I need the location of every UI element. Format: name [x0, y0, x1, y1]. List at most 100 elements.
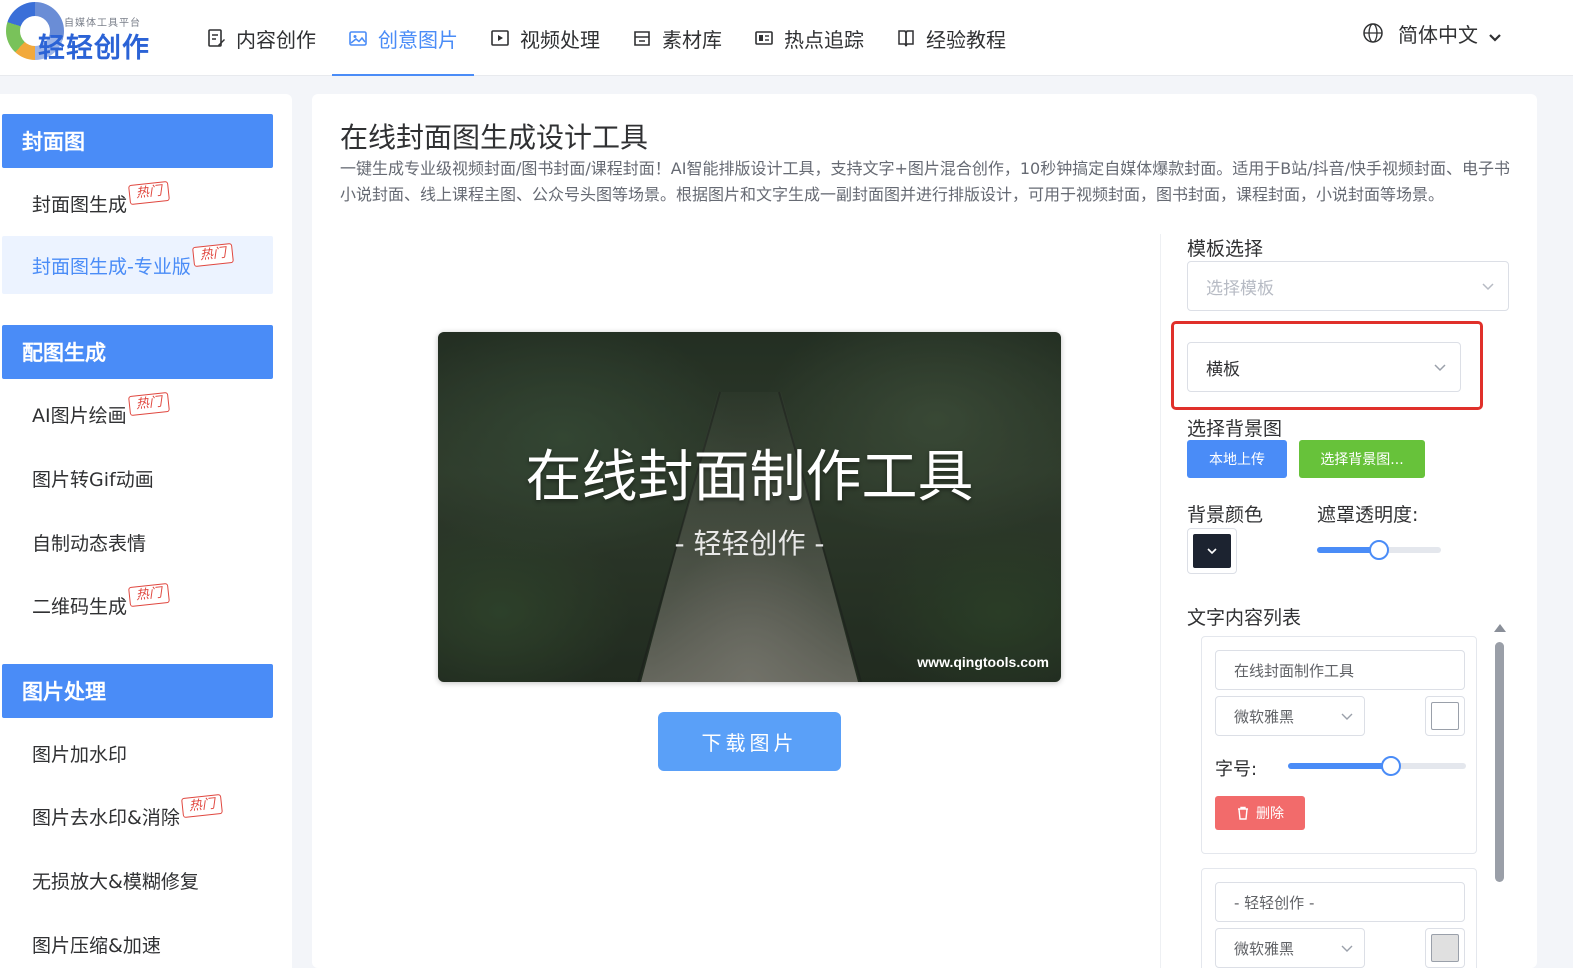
archive-icon	[632, 28, 652, 48]
list-scrollbar[interactable]	[1493, 624, 1507, 968]
sidebar: 封面图 封面图生成 热门 封面图生成-专业版 热门 配图生成 AI图片绘画 热门…	[0, 94, 292, 968]
image-icon	[348, 28, 368, 48]
slider-handle[interactable]	[1369, 540, 1389, 560]
template-select-label: 模板选择	[1187, 238, 1264, 260]
cover-subtitle-text: - 轻轻创作 -	[674, 527, 825, 560]
font-family-select[interactable]: 微软雅黑	[1215, 928, 1365, 968]
chevron-down-icon	[1434, 364, 1446, 372]
text-item-card: - 轻轻创作 - 微软雅黑	[1201, 868, 1477, 968]
cover-watermark: www.qingtools.com	[917, 654, 1049, 670]
hot-badge: 热门	[180, 793, 223, 819]
chevron-down-icon	[1341, 713, 1353, 720]
sidebar-group-cover: 封面图	[2, 114, 273, 168]
nav-item-label: 内容创作	[236, 27, 316, 52]
cover-title-text: 在线封面制作工具	[525, 445, 974, 510]
slider-handle[interactable]	[1381, 756, 1402, 776]
sidebar-item-label: 图片压缩&加速	[32, 934, 161, 957]
sidebar-item-label: 图片转Gif动画	[32, 468, 154, 491]
local-upload-button[interactable]: 本地上传	[1187, 440, 1287, 478]
nav-item-label: 创意图片	[378, 27, 458, 52]
nav-item-trending[interactable]: 热点追踪	[738, 0, 880, 76]
language-switcher[interactable]: 简体中文	[1362, 0, 1502, 66]
scroll-up-arrow-icon[interactable]	[1494, 624, 1506, 632]
sidebar-item-label: 封面图生成	[32, 193, 128, 216]
nav-item-label: 热点追踪	[784, 27, 864, 52]
bg-image-label: 选择背景图	[1187, 418, 1283, 440]
font-family-value: 微软雅黑	[1234, 939, 1295, 958]
nav-item-tutorials[interactable]: 经验教程	[880, 0, 1022, 76]
orientation-select[interactable]: 横板	[1187, 342, 1461, 392]
scrollbar-thumb[interactable]	[1495, 642, 1504, 882]
settings-panel: 模板选择 选择模板 横板 选择背景图 本地上传 选择背景图... 背景颜色 遮罩…	[1160, 234, 1512, 968]
top-nav-bar: 自媒体工具平台 轻轻创作 内容创作 创意图片 视频处理 素材库 热点追踪 经验教…	[0, 0, 1573, 76]
sidebar-item-upscale[interactable]: 无损放大&模糊修复	[2, 851, 273, 909]
chevron-down-icon	[1207, 548, 1217, 555]
sidebar-item-label: 自制动态表情	[32, 532, 147, 555]
text-color-picker[interactable]	[1425, 928, 1465, 968]
sidebar-item-qrcode[interactable]: 二维码生成 热门	[2, 576, 273, 634]
page-title: 在线封面图生成设计工具	[340, 121, 649, 154]
chevron-down-icon	[1341, 945, 1353, 952]
hot-badge: 热门	[191, 242, 234, 268]
download-image-button[interactable]: 下载图片	[658, 712, 841, 771]
main-nav: 内容创作 创意图片 视频处理 素材库 热点追踪 经验教程	[190, 0, 1022, 76]
nav-item-video-processing[interactable]: 视频处理	[474, 0, 616, 76]
nav-item-asset-library[interactable]: 素材库	[616, 0, 738, 76]
sidebar-item-label: 图片去水印&消除	[32, 806, 180, 829]
text-item-card: 在线封面制作工具 微软雅黑 字号: 删除	[1201, 636, 1477, 854]
font-family-value: 微软雅黑	[1234, 707, 1295, 726]
slider-fill	[1288, 763, 1392, 769]
text-color-swatch	[1431, 934, 1459, 962]
sidebar-item-animated-emoji[interactable]: 自制动态表情	[2, 513, 273, 571]
text-color-swatch	[1431, 702, 1459, 730]
font-size-slider[interactable]	[1288, 756, 1466, 776]
sidebar-group-illustration: 配图生成	[2, 325, 273, 379]
sidebar-item-label: AI图片绘画	[32, 404, 127, 427]
cover-preview: 在线封面制作工具 - 轻轻创作 - www.qingtools.com	[438, 332, 1061, 682]
bg-color-label: 背景颜色	[1187, 504, 1264, 526]
delete-label: 删除	[1256, 806, 1284, 822]
nav-item-creative-images[interactable]: 创意图片	[332, 0, 474, 76]
chevron-down-icon	[1482, 283, 1494, 291]
trash-icon	[1238, 806, 1248, 820]
template-select-placeholder: 选择模板	[1206, 278, 1274, 299]
brand-name: 轻轻创作	[38, 33, 150, 64]
font-size-label: 字号:	[1215, 759, 1258, 780]
book-icon	[896, 28, 916, 48]
sidebar-item-label: 无损放大&模糊修复	[32, 870, 199, 893]
text-items-list: 在线封面制作工具 微软雅黑 字号: 删除 - 轻轻创作 - 微软雅黑	[1187, 624, 1511, 968]
sidebar-item-add-watermark[interactable]: 图片加水印	[2, 724, 273, 782]
bg-color-swatch	[1193, 534, 1231, 568]
nav-item-content-creation[interactable]: 内容创作	[190, 0, 332, 76]
nav-item-label: 经验教程	[926, 27, 1006, 52]
bg-color-picker[interactable]	[1187, 528, 1237, 574]
edit-doc-icon	[206, 28, 226, 48]
sidebar-item-compress[interactable]: 图片压缩&加速	[2, 915, 273, 968]
sidebar-item-label: 封面图生成-专业版	[32, 255, 191, 278]
mask-opacity-label: 遮罩透明度:	[1317, 504, 1419, 526]
font-family-select[interactable]: 微软雅黑	[1215, 696, 1365, 736]
sidebar-item-cover-generate-pro[interactable]: 封面图生成-专业版 热门	[2, 236, 273, 294]
delete-text-button[interactable]: 删除	[1215, 796, 1305, 830]
text-color-picker[interactable]	[1425, 696, 1465, 736]
chevron-down-icon	[1488, 26, 1502, 42]
sidebar-item-cover-generate[interactable]: 封面图生成 热门	[2, 174, 273, 232]
sidebar-item-image-to-gif[interactable]: 图片转Gif动画	[2, 449, 273, 507]
sidebar-item-ai-painting[interactable]: AI图片绘画 热门	[2, 385, 273, 443]
brand-logo[interactable]: 自媒体工具平台 轻轻创作	[2, 0, 162, 66]
text-content-input[interactable]: 在线封面制作工具	[1215, 650, 1465, 690]
orientation-value: 横板	[1206, 359, 1240, 380]
sidebar-item-label: 二维码生成	[32, 595, 128, 618]
mask-opacity-slider[interactable]	[1317, 540, 1441, 560]
main-panel: 在线封面图生成设计工具 一键生成专业级视频封面/图书封面/课程封面！AI智能排版…	[312, 94, 1537, 968]
text-content-input[interactable]: - 轻轻创作 -	[1215, 882, 1465, 922]
sidebar-item-label: 图片加水印	[32, 743, 128, 766]
choose-background-button[interactable]: 选择背景图...	[1299, 440, 1425, 478]
sidebar-item-remove-watermark[interactable]: 图片去水印&消除 热门	[2, 787, 273, 845]
hot-badge: 热门	[127, 391, 170, 417]
globe-icon	[1362, 22, 1384, 44]
template-select[interactable]: 选择模板	[1187, 261, 1509, 311]
nav-item-label: 素材库	[662, 27, 722, 52]
language-label: 简体中文	[1398, 22, 1478, 47]
sidebar-group-image-processing: 图片处理	[2, 664, 273, 718]
